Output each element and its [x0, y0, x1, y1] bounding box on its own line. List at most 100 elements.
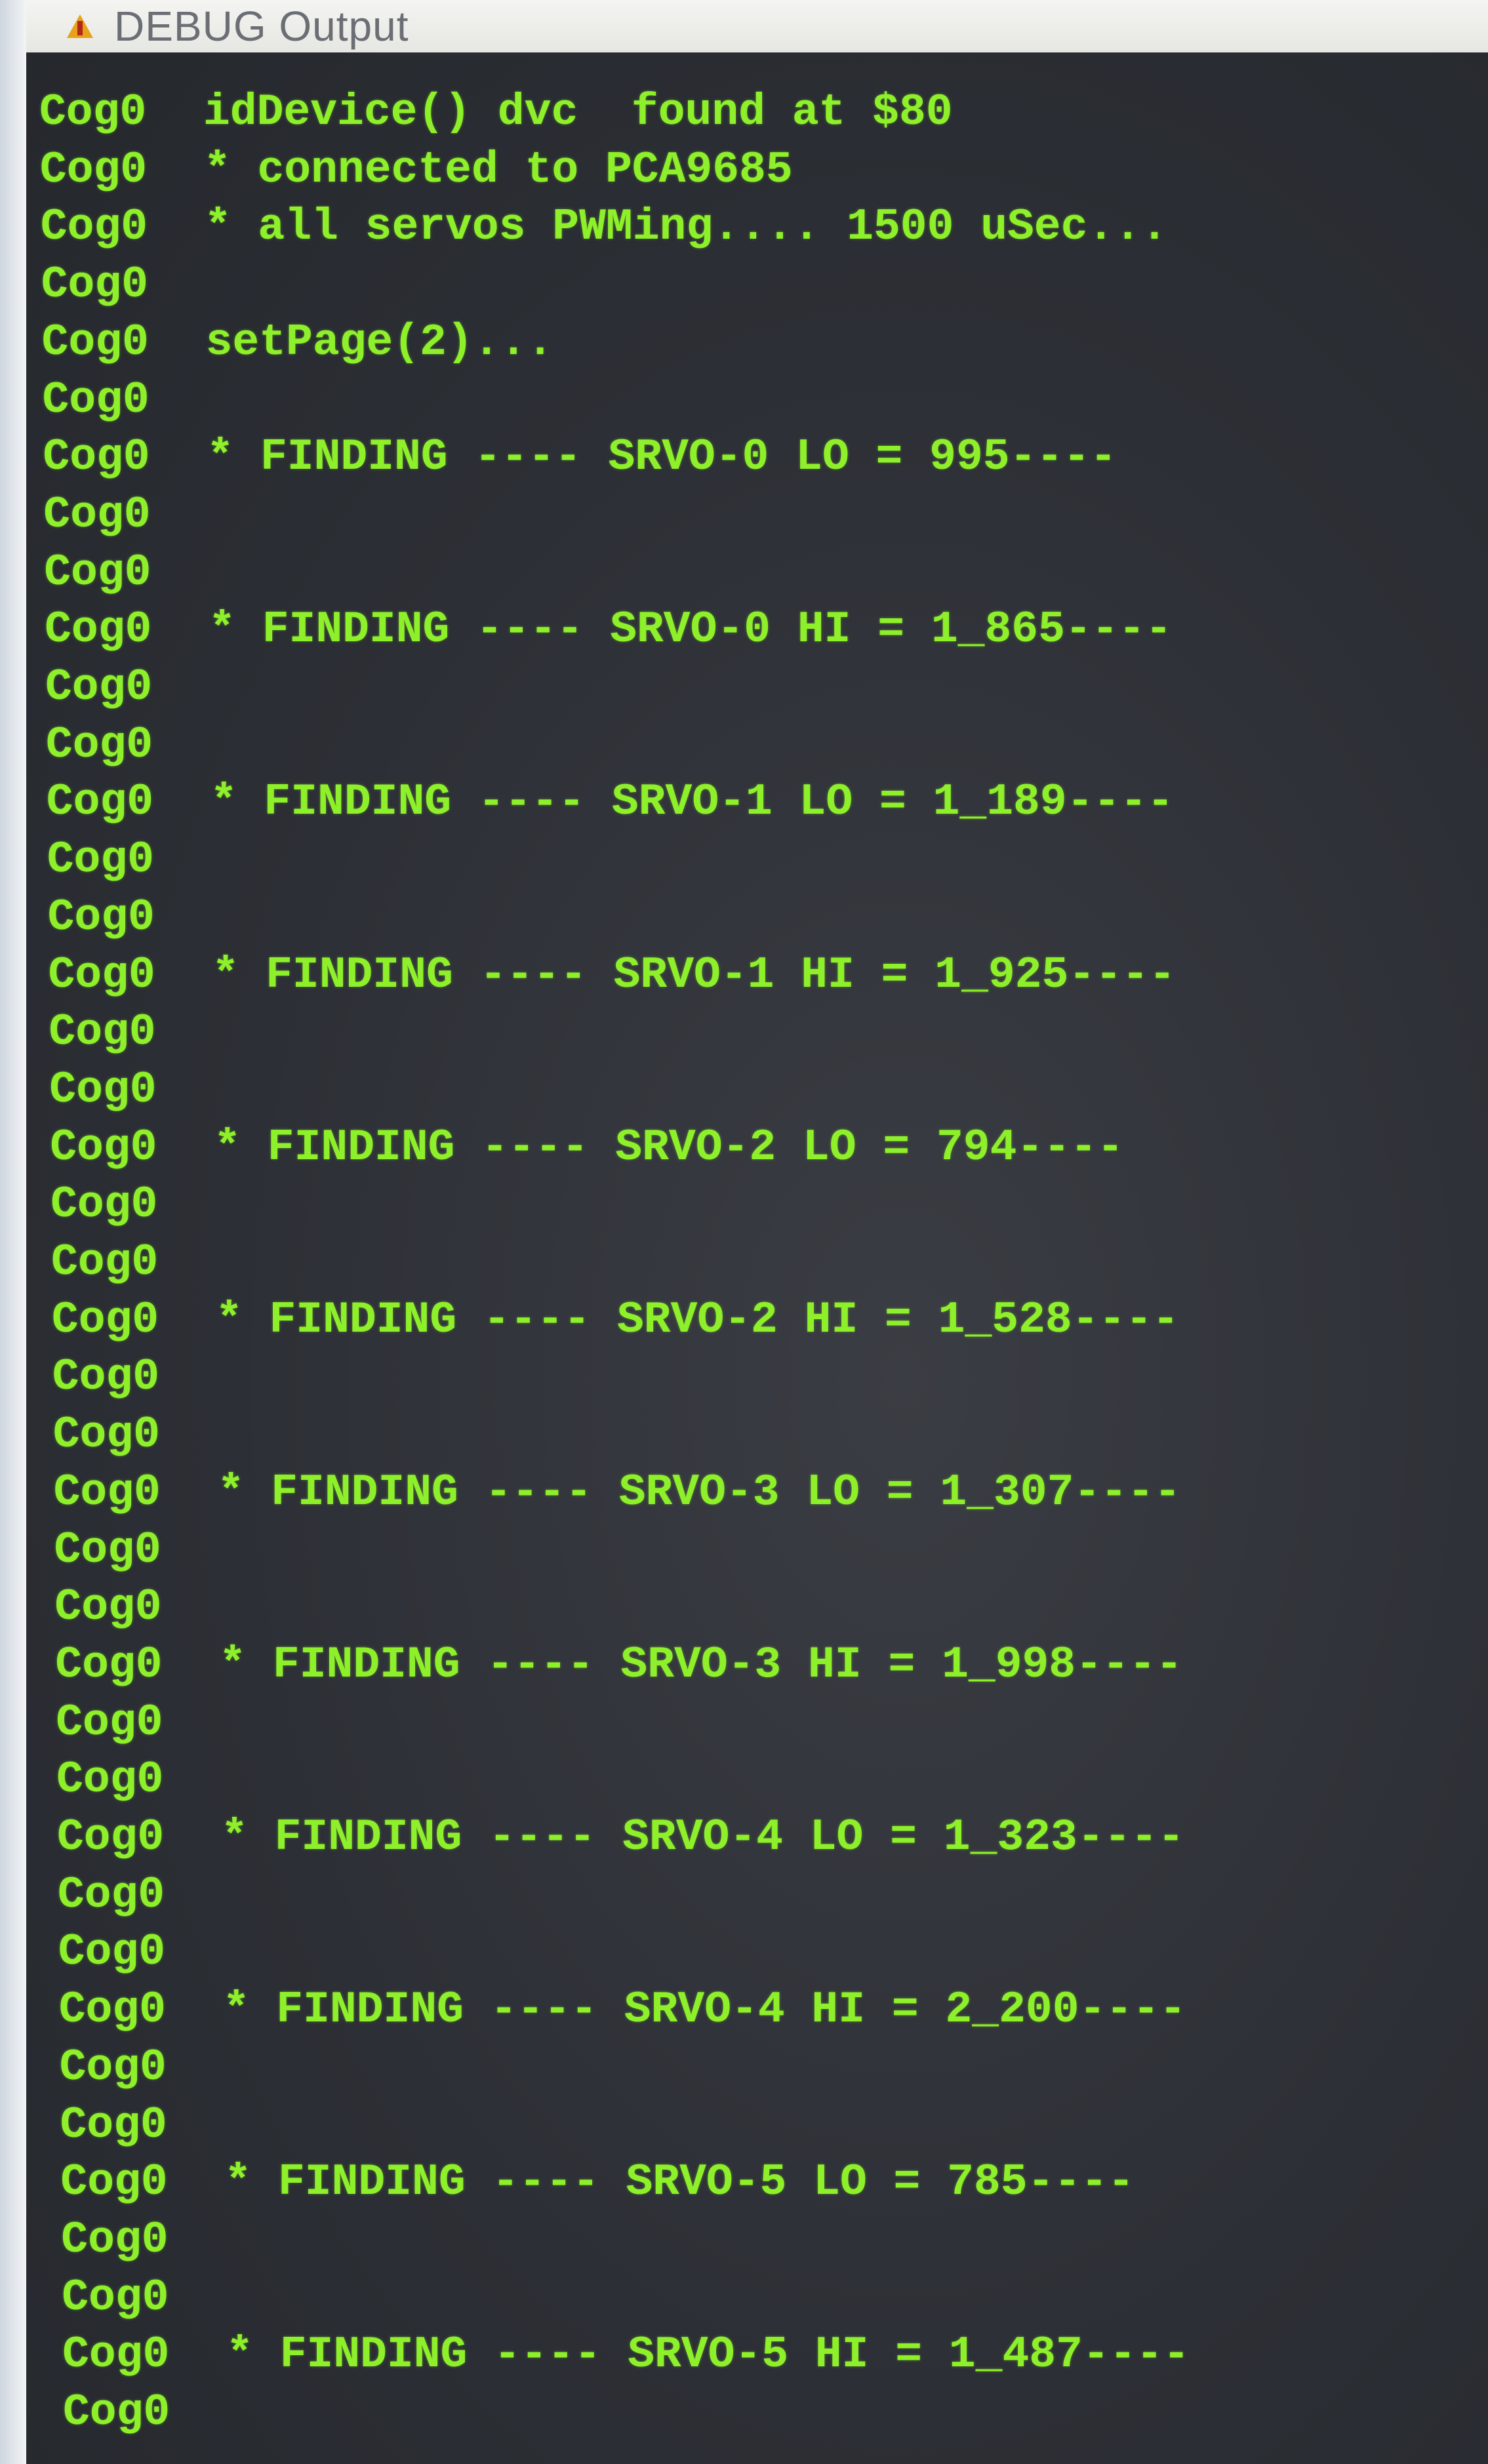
cog-label: Cog0	[47, 892, 155, 943]
console-line: Cog0 * FINDING ---- SRVO-2 LO = 794----	[50, 1119, 1123, 1177]
console-line: Cog0	[58, 1867, 222, 1924]
cog-label: Cog0	[57, 1869, 165, 1920]
console-line: Cog0 * FINDING ---- SRVO-1 LO = 1_189----	[47, 774, 1174, 831]
line-text: * all servos PWMing.... 1500 uSec...	[204, 202, 1168, 253]
cog-label: Cog0	[43, 489, 151, 540]
cog-label: Cog0	[41, 317, 149, 368]
cog-label: Cog0	[51, 1237, 159, 1288]
console-line: Cog0	[54, 1579, 218, 1637]
cog-label: Cog0	[63, 2387, 171, 2438]
console-line: Cog0	[46, 717, 210, 774]
cog-label: Cog0	[54, 1582, 162, 1633]
console-line: Cog0	[43, 372, 207, 429]
line-text: * FINDING ---- SRVO-5 HI = 1_487----	[226, 2330, 1190, 2381]
cog-label: Cog0	[60, 2157, 168, 2208]
console-line: Cog0 * FINDING ---- SRVO-1 HI = 1_925----	[49, 947, 1176, 1004]
console-line: Cog0	[56, 1694, 220, 1752]
console-line: Cog0 setPage(2)...	[42, 314, 554, 372]
console-line: Cog0	[44, 544, 208, 602]
console-line: Cog0	[47, 831, 211, 889]
console-line: Cog0 * FINDING ---- SRVO-0 HI = 1_865----	[45, 601, 1172, 659]
left-edge	[0, 0, 26, 2464]
console-line: Cog0	[56, 1751, 220, 1809]
console-line: Cog0 * FINDING ---- SRVO-4 LO = 1_323----	[57, 1809, 1184, 1867]
console-line: Cog0	[58, 1924, 222, 1981]
cog-label: Cog0	[59, 2042, 167, 2093]
console-line: Cog0	[61, 2212, 225, 2269]
line-text: * FINDING ---- SRVO-1 HI = 1_925----	[212, 949, 1176, 1001]
cog-label: Cog0	[42, 374, 150, 426]
console-line: Cog0	[45, 659, 209, 717]
window-title: DEBUG Output	[114, 3, 409, 50]
cog-label: Cog0	[44, 547, 151, 598]
console-line: Cog0	[49, 1004, 212, 1062]
console-line: Cog0	[50, 1176, 214, 1234]
console-line: Cog0	[63, 2384, 227, 2442]
console-line: Cog0	[43, 487, 207, 544]
console-line: Cog0 * FINDING ---- SRVO-3 LO = 1_307----	[54, 1464, 1181, 1522]
line-text: * FINDING ---- SRVO-4 HI = 2_200----	[222, 1985, 1186, 2036]
cog-label: Cog0	[54, 1524, 161, 1576]
cog-label: Cog0	[47, 835, 154, 886]
console-line: Cog0 * connected to PCA9685	[40, 142, 793, 199]
console-line: Cog0	[52, 1349, 216, 1406]
cog-label: Cog0	[60, 2099, 167, 2151]
line-text: * FINDING ---- SRVO-2 LO = 794----	[214, 1122, 1124, 1173]
cog-label: Cog0	[45, 719, 153, 770]
console-line: Cog0 idDevice() dvc found at $80	[39, 84, 953, 142]
line-text: * FINDING ---- SRVO-2 HI = 1_528----	[215, 1294, 1179, 1345]
cog-label: Cog0	[50, 1180, 158, 1231]
cog-label: Cog0	[61, 2214, 169, 2265]
cog-label: Cog0	[53, 1467, 161, 1518]
console-line: Cog0	[53, 1406, 217, 1464]
cog-label: Cog0	[45, 605, 152, 656]
cog-label: Cog0	[49, 1064, 157, 1115]
cog-label: Cog0	[57, 1812, 165, 1863]
console-line: Cog0 * FINDING ---- SRVO-5 LO = 785----	[60, 2154, 1134, 2212]
console-line: Cog0	[48, 889, 212, 947]
cog-label: Cog0	[56, 1755, 164, 1806]
cog-label: Cog0	[45, 662, 153, 713]
cog-label: Cog0	[48, 949, 155, 1001]
cog-label: Cog0	[52, 1410, 160, 1461]
line-text: idDevice() dvc found at $80	[203, 87, 953, 138]
line-text: * connected to PCA9685	[203, 144, 793, 195]
cog-label: Cog0	[62, 2330, 170, 2381]
line-text: * FINDING ---- SRVO-0 LO = 995----	[207, 432, 1117, 483]
line-text: * FINDING ---- SRVO-3 LO = 1_307----	[217, 1467, 1181, 1518]
console-line: Cog0	[51, 1234, 215, 1292]
line-text: * FINDING ---- SRVO-5 LO = 785----	[224, 2157, 1135, 2208]
cog-label: Cog0	[50, 1122, 157, 1173]
cog-label: Cog0	[56, 1697, 163, 1748]
console-line: Cog0	[62, 2269, 226, 2327]
cog-label: Cog0	[52, 1352, 160, 1403]
debug-output-console[interactable]: Cog0 idDevice() dvc found at $80 Cog0 * con…	[26, 52, 1488, 2464]
console-line: Cog0	[60, 2097, 224, 2155]
console-line: Cog0	[49, 1062, 213, 1119]
console-line: Cog0 * FINDING ---- SRVO-4 HI = 2_200----	[59, 1981, 1186, 2039]
console-line: Cog0 * FINDING ---- SRVO-2 HI = 1_528----	[52, 1292, 1179, 1349]
warning-app-icon	[66, 12, 94, 41]
cog-label: Cog0	[51, 1294, 159, 1345]
line-text: * FINDING ---- SRVO-0 HI = 1_865----	[209, 605, 1173, 656]
cog-label: Cog0	[39, 87, 147, 138]
line-text: * FINDING ---- SRVO-4 LO = 1_323----	[221, 1812, 1185, 1863]
console-line: Cog0	[54, 1522, 218, 1580]
console-line: Cog0 * FINDING ---- SRVO-5 HI = 1_487----	[62, 2326, 1190, 2384]
cog-label: Cog0	[39, 144, 148, 195]
line-text: setPage(2)...	[205, 317, 554, 368]
console-line: Cog0 * FINDING ---- SRVO-3 HI = 1_998----	[55, 1637, 1182, 1694]
console-line: Cog0 * all servos PWMing.... 1500 uSec...	[41, 199, 1168, 256]
cog-label: Cog0	[46, 777, 154, 828]
line-text: * FINDING ---- SRVO-1 LO = 1_189----	[210, 777, 1174, 828]
console-line: Cog0 * FINDING ---- SRVO-0 LO = 995----	[43, 429, 1116, 487]
cog-label: Cog0	[43, 432, 150, 483]
cog-label: Cog0	[62, 2272, 169, 2323]
cog-label: Cog0	[58, 1985, 166, 2036]
console-line: Cog0	[41, 256, 205, 314]
cog-label: Cog0	[58, 1927, 166, 1978]
title-bar: DEBUG Output	[26, 0, 1488, 52]
console-line: Cog0	[60, 2039, 224, 2097]
cog-label: Cog0	[55, 1639, 163, 1690]
cog-label: Cog0	[49, 1007, 156, 1058]
